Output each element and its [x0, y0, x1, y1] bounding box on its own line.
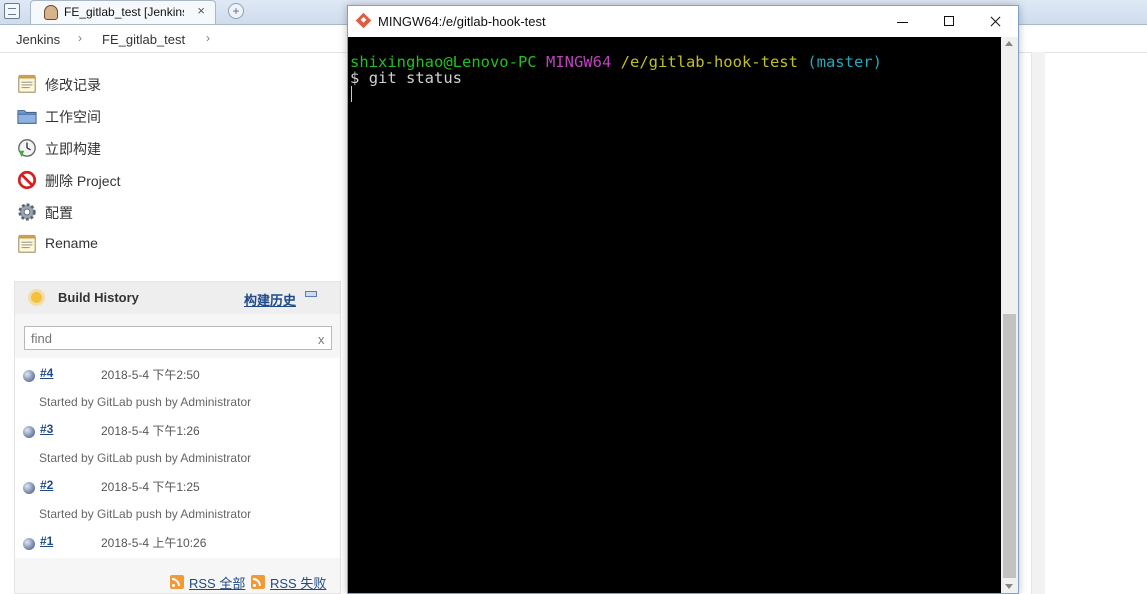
browser-tab[interactable]: FE_gitlab_test [Jenkins] × — [30, 0, 216, 24]
build-number-link[interactable]: #3 — [40, 422, 53, 436]
build-row[interactable]: #2 2018-5-4 下午1:25 Started by GitLab pus… — [15, 476, 340, 532]
build-status-ball-icon — [23, 426, 35, 438]
jenkins-favicon-icon — [44, 5, 58, 20]
minimize-button[interactable] — [880, 9, 926, 34]
scroll-up-icon[interactable] — [1005, 41, 1013, 46]
rss-icon — [251, 575, 265, 589]
clear-search-icon[interactable]: x — [318, 332, 325, 347]
build-status-ball-icon — [23, 370, 35, 382]
page-scrollbar[interactable] — [1031, 52, 1045, 594]
notepad-icon — [18, 74, 36, 93]
task-label: 修改记录 — [45, 77, 101, 93]
build-description: Started by GitLab push by Administrator — [39, 451, 252, 465]
build-status-ball-icon — [23, 482, 35, 494]
build-number-link[interactable]: #1 — [40, 534, 53, 548]
folder-icon — [17, 110, 37, 124]
build-status-ball-icon — [23, 538, 35, 550]
rss-icon — [170, 575, 184, 589]
build-number-link[interactable]: #4 — [40, 366, 53, 380]
terminal-title: MINGW64:/e/gitlab-hook-test — [378, 14, 546, 29]
task-label: 立即构建 — [45, 141, 101, 157]
rss-links: RSS 全部 RSS 失败 — [15, 568, 340, 594]
browser-tab-title: FE_gitlab_test [Jenkins] — [64, 5, 184, 19]
git-logo-icon — [355, 12, 372, 29]
build-number-link[interactable]: #2 — [40, 478, 53, 492]
task-label: 工作空间 — [45, 109, 101, 125]
build-row[interactable]: #3 2018-5-4 下午1:26 Started by GitLab pus… — [15, 420, 340, 476]
prompt-line: shixinghao@Lenovo-PC MINGW64 /e/gitlab-h… — [350, 54, 882, 70]
build-trend-link[interactable]: 构建历史 — [244, 290, 296, 309]
build-date[interactable]: 2018-5-4 上午10:26 — [101, 534, 206, 551]
text-cursor — [351, 86, 352, 102]
build-history-header: Build History 构建历史 — [15, 282, 340, 314]
close-button[interactable] — [972, 9, 1018, 34]
build-date[interactable]: 2018-5-4 下午1:26 — [101, 422, 200, 439]
rss-failed-link[interactable]: RSS 失败 — [270, 573, 326, 592]
command-text: git status — [368, 69, 463, 87]
gear-icon — [18, 203, 36, 221]
prompt-symbol: $ — [350, 69, 360, 87]
build-description: Started by GitLab push by Administrator — [39, 395, 252, 409]
breadcrumb-separator[interactable]: › — [78, 31, 82, 45]
build-search-input[interactable] — [24, 326, 332, 350]
build-date[interactable]: 2018-5-4 下午1:25 — [101, 478, 200, 495]
task-label: Rename — [45, 235, 98, 251]
collapse-icon[interactable] — [305, 291, 317, 297]
scroll-thumb[interactable] — [1003, 314, 1016, 578]
terminal-output[interactable]: shixinghao@Lenovo-PC MINGW64 /e/gitlab-h… — [348, 37, 1001, 593]
prompt-branch: (master) — [807, 53, 882, 71]
scroll-down-icon[interactable] — [1005, 584, 1013, 589]
sun-weather-icon — [31, 292, 42, 303]
breadcrumb-jenkins[interactable]: Jenkins — [16, 32, 60, 47]
task-label: 删除 Project — [45, 173, 121, 189]
breadcrumb-project[interactable]: FE_gitlab_test — [102, 32, 185, 47]
tab-close-icon[interactable]: × — [197, 3, 205, 18]
build-description: Started by GitLab push by Administrator — [39, 507, 252, 521]
build-row[interactable]: #4 2018-5-4 下午2:50 Started by GitLab pus… — [15, 364, 340, 420]
rss-all-link[interactable]: RSS 全部 — [189, 573, 245, 592]
terminal-scrollbar[interactable] — [1001, 37, 1018, 593]
breadcrumb-separator[interactable]: › — [206, 31, 210, 45]
prompt-path: /e/gitlab-hook-test — [620, 53, 798, 71]
clock-build-icon — [18, 139, 36, 158]
terminal-window[interactable]: MINGW64:/e/gitlab-hook-test shixinghao@L… — [347, 5, 1019, 594]
build-date[interactable]: 2018-5-4 下午2:50 — [101, 366, 200, 383]
notepad-icon — [18, 234, 36, 253]
prompt-env: MINGW64 — [545, 53, 612, 71]
task-label: 配置 — [45, 205, 73, 221]
new-tab-icon[interactable]: + — [228, 3, 244, 19]
build-history-title: Build History — [58, 290, 139, 305]
tab-menu-icon[interactable] — [4, 3, 20, 19]
maximize-button[interactable] — [926, 9, 972, 34]
build-list: #4 2018-5-4 下午2:50 Started by GitLab pus… — [15, 358, 340, 558]
build-history-panel: Build History 构建历史 x #4 2018-5-4 下午2:50 … — [14, 281, 341, 594]
build-row[interactable]: #1 2018-5-4 上午10:26 — [15, 532, 340, 558]
command-line: $ git status — [350, 70, 462, 86]
terminal-titlebar[interactable]: MINGW64:/e/gitlab-hook-test — [348, 6, 1018, 37]
no-entry-icon — [17, 170, 37, 190]
